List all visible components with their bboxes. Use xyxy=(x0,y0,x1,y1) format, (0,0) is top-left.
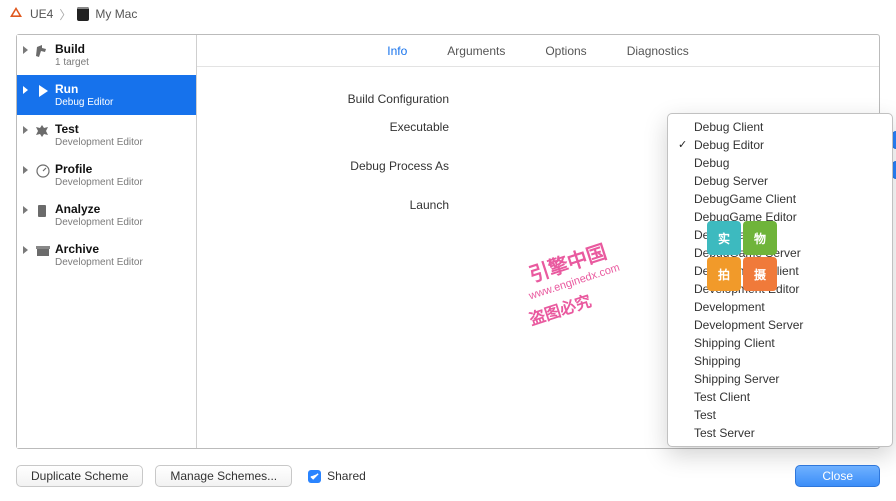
label-build-configuration: Build Configuration xyxy=(197,92,457,106)
tab-arguments[interactable]: Arguments xyxy=(447,44,505,58)
breadcrumb: UE4 〉 My Mac xyxy=(0,0,896,28)
sidebar-item-title: Build xyxy=(55,42,89,56)
build-icon xyxy=(35,43,51,59)
config-option[interactable]: Development xyxy=(668,298,892,316)
config-option[interactable]: Shipping xyxy=(668,352,892,370)
sidebar-item-subtitle: Development Editor xyxy=(55,257,143,268)
sidebar-item-subtitle: 1 target xyxy=(55,57,89,68)
config-option[interactable]: Debug xyxy=(668,154,892,172)
label-executable: Executable xyxy=(197,120,457,134)
disclosure-triangle-icon[interactable] xyxy=(21,165,31,175)
sidebar-item-title: Archive xyxy=(55,242,143,256)
config-option[interactable]: Debug Client xyxy=(668,118,892,136)
shared-label: Shared xyxy=(327,469,366,483)
config-option[interactable]: Development Client xyxy=(668,262,892,280)
config-option[interactable]: Development Editor xyxy=(668,280,892,298)
config-option[interactable]: Shipping Server xyxy=(668,370,892,388)
shared-checkbox[interactable] xyxy=(308,470,321,483)
sidebar-item-title: Analyze xyxy=(55,202,143,216)
config-option[interactable]: Shipping Client xyxy=(668,334,892,352)
sidebar-item-subtitle: Debug Editor xyxy=(55,97,113,108)
sidebar-item-title: Test xyxy=(55,122,143,136)
duplicate-scheme-button[interactable]: Duplicate Scheme xyxy=(16,465,143,487)
sidebar-item-test[interactable]: TestDevelopment Editor xyxy=(17,115,196,155)
sidebar-item-subtitle: Development Editor xyxy=(55,217,143,228)
config-option[interactable]: DebugGame xyxy=(668,226,892,244)
analyze-icon xyxy=(35,203,51,219)
close-button[interactable]: Close xyxy=(795,465,880,487)
scheme-content: Info Arguments Options Diagnostics Build… xyxy=(197,35,879,448)
tabs: Info Arguments Options Diagnostics xyxy=(197,35,879,67)
disclosure-triangle-icon[interactable] xyxy=(21,85,31,95)
label-debug-process-as: Debug Process As xyxy=(197,159,457,173)
config-option[interactable]: Debug Editor xyxy=(668,136,892,154)
config-option[interactable]: Development Server xyxy=(668,316,892,334)
breadcrumb-project[interactable]: UE4 xyxy=(30,7,53,21)
bottom-bar: Duplicate Scheme Manage Schemes... Share… xyxy=(16,461,880,491)
config-option[interactable]: Test Client xyxy=(668,388,892,406)
manage-schemes-button[interactable]: Manage Schemes... xyxy=(155,465,292,487)
config-option[interactable]: DebugGame Server xyxy=(668,244,892,262)
build-configuration-menu[interactable]: Debug ClientDebug EditorDebugDebug Serve… xyxy=(667,113,893,447)
app-icon xyxy=(8,6,24,22)
config-option[interactable]: DebugGame Editor xyxy=(668,208,892,226)
config-option[interactable]: Test xyxy=(668,406,892,424)
scheme-sidebar: Build1 targetRunDebug EditorTestDevelopm… xyxy=(17,35,197,448)
breadcrumb-device[interactable]: My Mac xyxy=(95,7,137,21)
tab-info[interactable]: Info xyxy=(387,44,407,58)
sidebar-item-build[interactable]: Build1 target xyxy=(17,35,196,75)
disclosure-triangle-icon[interactable] xyxy=(21,45,31,55)
scheme-editor-panel: Build1 targetRunDebug EditorTestDevelopm… xyxy=(16,34,880,449)
sidebar-item-subtitle: Development Editor xyxy=(55,137,143,148)
run-icon xyxy=(35,83,51,99)
test-icon xyxy=(35,123,51,139)
config-option[interactable]: Debug Server xyxy=(668,172,892,190)
profile-icon xyxy=(35,163,51,179)
archive-icon xyxy=(35,243,51,259)
sidebar-item-analyze[interactable]: AnalyzeDevelopment Editor xyxy=(17,195,196,235)
label-launch: Launch xyxy=(197,198,457,212)
sidebar-item-archive[interactable]: ArchiveDevelopment Editor xyxy=(17,235,196,275)
config-option[interactable]: DebugGame Client xyxy=(668,190,892,208)
tab-diagnostics[interactable]: Diagnostics xyxy=(627,44,689,58)
shared-checkbox-row: Shared xyxy=(308,469,366,483)
disclosure-triangle-icon[interactable] xyxy=(21,245,31,255)
config-option[interactable]: Test Server xyxy=(668,424,892,442)
chevron-right-icon: 〉 xyxy=(59,6,71,23)
tab-options[interactable]: Options xyxy=(545,44,586,58)
sidebar-item-subtitle: Development Editor xyxy=(55,177,143,188)
sidebar-item-run[interactable]: RunDebug Editor xyxy=(17,75,196,115)
sidebar-item-profile[interactable]: ProfileDevelopment Editor xyxy=(17,155,196,195)
device-icon xyxy=(77,7,89,21)
watermark: 引擎中国 www.enginedx.com 盗图必究 xyxy=(527,245,622,316)
disclosure-triangle-icon[interactable] xyxy=(21,205,31,215)
sidebar-item-title: Profile xyxy=(55,162,143,176)
sidebar-item-title: Run xyxy=(55,82,113,96)
disclosure-triangle-icon[interactable] xyxy=(21,125,31,135)
